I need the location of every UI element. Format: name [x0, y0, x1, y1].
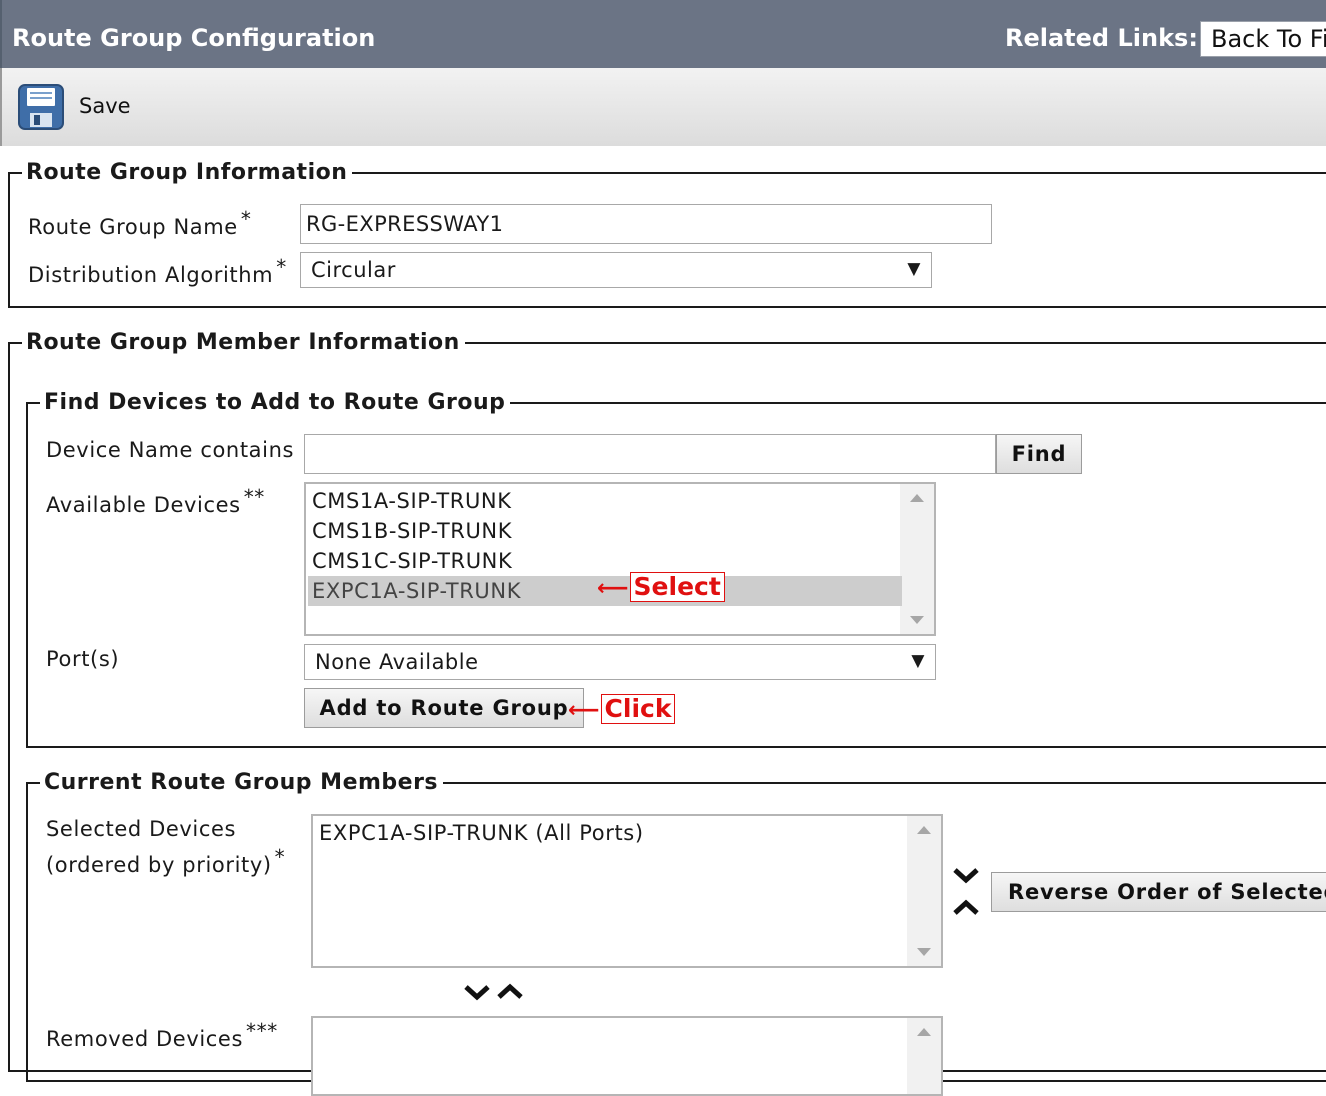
- available-device-option[interactable]: CMS1B-SIP-TRUNK: [308, 516, 902, 546]
- route-group-member-information-legend: Route Group Member Information: [22, 330, 465, 355]
- route-group-information-legend: Route Group Information: [22, 160, 353, 185]
- selected-device-option[interactable]: EXPC1A-SIP-TRUNK (All Ports): [315, 818, 909, 848]
- chevron-up-icon[interactable]: [953, 899, 979, 915]
- available-devices-scrollbar[interactable]: [900, 484, 934, 634]
- scroll-up-icon[interactable]: [917, 1028, 931, 1036]
- distribution-algorithm-label: Distribution Algorithm *: [28, 255, 287, 287]
- device-name-input[interactable]: [304, 434, 996, 474]
- removed-devices-scrollbar[interactable]: [907, 1018, 941, 1094]
- removed-devices-label: Removed Devices ***: [46, 1019, 278, 1051]
- chevron-down-icon[interactable]: [464, 985, 490, 1001]
- add-to-route-group-button[interactable]: Add to Route Group: [304, 688, 584, 728]
- toolbar: [0, 68, 1326, 146]
- route-group-name-label: Route Group Name *: [28, 207, 252, 239]
- route-group-name-input[interactable]: RG-EXPRESSWAY1: [300, 204, 992, 244]
- available-devices-listbox[interactable]: CMS1A-SIP-TRUNK CMS1B-SIP-TRUNK CMS1C-SIP-…: [304, 482, 936, 636]
- ports-select[interactable]: None Available ▼: [304, 644, 936, 680]
- selected-devices-scrollbar[interactable]: [907, 816, 941, 966]
- move-priority-chevrons: [953, 868, 979, 915]
- scroll-up-icon[interactable]: [917, 826, 931, 834]
- find-button[interactable]: Find: [996, 434, 1082, 474]
- dropdown-arrow-icon: ▼: [907, 259, 921, 279]
- page-title: Route Group Configuration: [12, 24, 376, 52]
- current-members-legend: Current Route Group Members: [40, 770, 444, 795]
- scroll-down-icon[interactable]: [910, 616, 924, 624]
- save-button[interactable]: Save: [79, 94, 131, 118]
- selected-devices-listbox[interactable]: EXPC1A-SIP-TRUNK (All Ports): [311, 814, 943, 968]
- find-devices-legend: Find Devices to Add to Route Group: [40, 390, 511, 415]
- chevron-up-icon[interactable]: [497, 983, 523, 999]
- scroll-up-icon[interactable]: [910, 494, 924, 502]
- available-devices-label: Available Devices **: [46, 485, 265, 517]
- device-name-contains-label: Device Name contains: [46, 438, 295, 462]
- left-arrow-icon: ⟵: [568, 698, 600, 723]
- related-links-label: Related Links:: [1005, 24, 1198, 52]
- chevron-down-icon[interactable]: [953, 868, 979, 884]
- distribution-algorithm-select[interactable]: Circular ▼: [300, 252, 932, 288]
- reverse-order-button[interactable]: Reverse Order of Selected: [991, 872, 1326, 912]
- left-arrow-icon: ⟵: [597, 576, 629, 601]
- click-annotation: ⟵ Click: [568, 694, 676, 724]
- dropdown-arrow-icon: ▼: [911, 651, 925, 671]
- related-links-select[interactable]: Back To Fi: [1200, 21, 1326, 57]
- floppy-disk-icon[interactable]: [18, 84, 64, 130]
- scroll-down-icon[interactable]: [917, 948, 931, 956]
- move-between-lists-chevrons: [464, 983, 523, 1001]
- available-device-option[interactable]: CMS1A-SIP-TRUNK: [308, 486, 902, 516]
- select-annotation: ⟵ Select: [597, 572, 725, 602]
- ports-label: Port(s): [46, 647, 120, 671]
- selected-devices-priority-label: (ordered by priority) *: [46, 845, 286, 877]
- selected-devices-label: Selected Devices: [46, 817, 237, 841]
- removed-devices-listbox[interactable]: [311, 1016, 943, 1096]
